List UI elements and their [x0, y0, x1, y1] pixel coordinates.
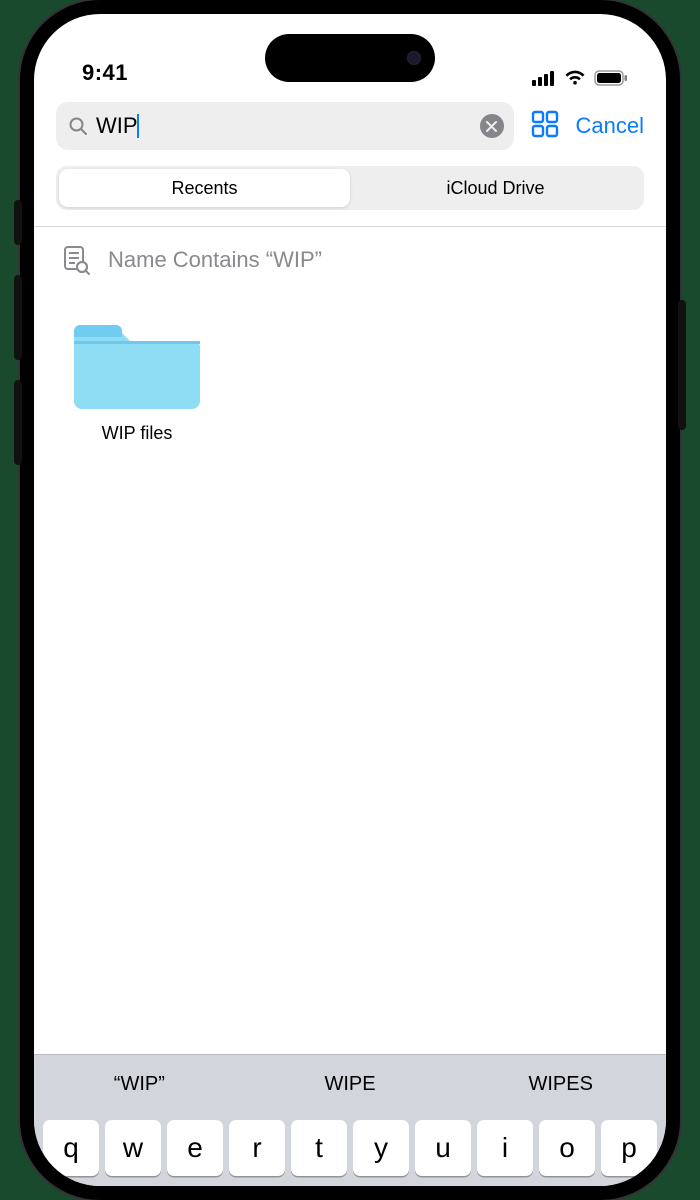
search-field[interactable]: WIP	[56, 102, 514, 150]
suggestion-2[interactable]: WIPE	[245, 1073, 456, 1096]
close-icon	[486, 121, 497, 132]
key-p[interactable]: p	[601, 1120, 657, 1176]
clear-search-button[interactable]	[480, 114, 504, 138]
result-folder-label: WIP files	[62, 423, 212, 444]
view-grid-button[interactable]	[530, 109, 560, 144]
phone-screen: 9:41 WIP Cancel	[34, 14, 666, 1186]
cellular-icon	[532, 70, 556, 86]
result-folder[interactable]: WIP files	[62, 313, 212, 444]
front-camera-icon	[407, 51, 421, 65]
phone-frame: 9:41 WIP Cancel	[20, 0, 680, 1200]
filter-label: Name Contains “WIP”	[108, 247, 322, 273]
search-icon	[68, 116, 88, 136]
wifi-icon	[564, 70, 586, 86]
key-i[interactable]: i	[477, 1120, 533, 1176]
key-o[interactable]: o	[539, 1120, 595, 1176]
key-t[interactable]: t	[291, 1120, 347, 1176]
search-input-text[interactable]: WIP	[96, 113, 138, 139]
dynamic-island	[265, 34, 435, 82]
scope-recents[interactable]: Recents	[59, 169, 350, 207]
keyboard-suggestion-bar: “WIP” WIPE WIPES	[34, 1054, 666, 1114]
search-filter-row[interactable]: Name Contains “WIP”	[34, 227, 666, 283]
cancel-button[interactable]: Cancel	[576, 113, 644, 139]
key-q[interactable]: q	[43, 1120, 99, 1176]
grid-icon	[530, 109, 560, 139]
key-w[interactable]: w	[105, 1120, 161, 1176]
search-row: WIP Cancel	[34, 92, 666, 160]
keyboard-row-1: q w e r t y u i o p	[34, 1114, 666, 1186]
key-y[interactable]: y	[353, 1120, 409, 1176]
status-icons	[532, 70, 628, 86]
status-time: 9:41	[82, 60, 128, 86]
mute-switch	[14, 200, 22, 245]
text-cursor	[137, 114, 139, 138]
volume-up-button	[14, 275, 22, 360]
volume-down-button	[14, 380, 22, 465]
name-filter-icon	[62, 245, 90, 275]
battery-icon	[594, 70, 628, 86]
scope-icloud-drive[interactable]: iCloud Drive	[350, 169, 641, 207]
side-button	[678, 300, 686, 430]
suggestion-1[interactable]: “WIP”	[34, 1073, 245, 1096]
results-grid: WIP files	[34, 283, 666, 474]
suggestion-3[interactable]: WIPES	[455, 1073, 666, 1096]
key-r[interactable]: r	[229, 1120, 285, 1176]
key-e[interactable]: e	[167, 1120, 223, 1176]
folder-icon	[72, 313, 202, 413]
key-u[interactable]: u	[415, 1120, 471, 1176]
scope-segmented-control[interactable]: Recents iCloud Drive	[56, 166, 644, 210]
